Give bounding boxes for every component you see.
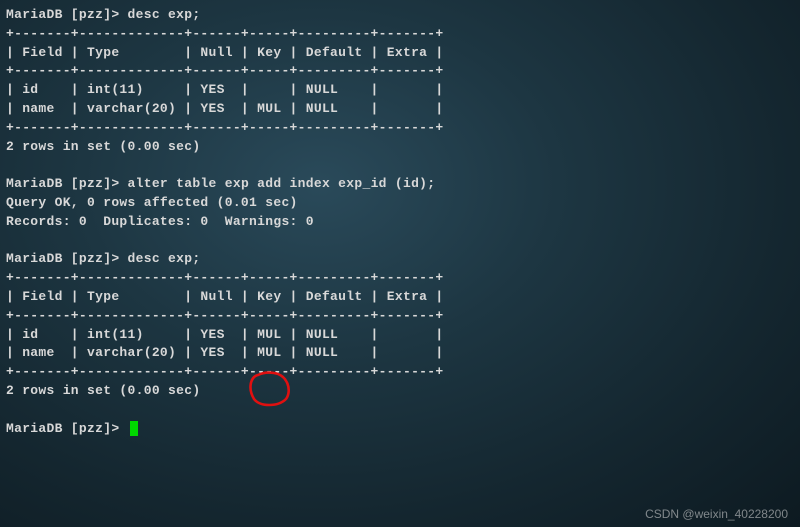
table-border: +-------+-------------+------+-----+----… [6, 364, 443, 379]
result-summary: 2 rows in set (0.00 sec) [6, 139, 200, 154]
cursor-block[interactable] [130, 421, 138, 436]
table-border: +-------+-------------+------+-----+----… [6, 120, 443, 135]
table-header: | Field | Type | Null | Key | Default | … [6, 45, 443, 60]
table-row: | name | varchar(20) | YES | MUL | NULL … [6, 101, 443, 116]
table-row: | id | int(11) | YES | MUL | NULL | | [6, 327, 443, 342]
table-border: +-------+-------------+------+-----+----… [6, 63, 443, 78]
prompt: MariaDB [pzz]> [6, 7, 119, 22]
table-border: +-------+-------------+------+-----+----… [6, 308, 443, 323]
table-border: +-------+-------------+------+-----+----… [6, 26, 443, 41]
table-border: +-------+-------------+------+-----+----… [6, 270, 443, 285]
result-summary: 2 rows in set (0.00 sec) [6, 383, 200, 398]
command-alter: alter table exp add index exp_id (id); [128, 176, 436, 191]
prompt: MariaDB [pzz]> [6, 251, 119, 266]
command-desc-2: desc exp; [128, 251, 201, 266]
table-row: | id | int(11) | YES | | NULL | | [6, 82, 443, 97]
watermark-text: CSDN @weixin_40228200 [645, 507, 788, 521]
prompt: MariaDB [pzz]> [6, 176, 119, 191]
terminal-output: MariaDB [pzz]> desc exp; +-------+------… [6, 6, 794, 438]
prompt: MariaDB [pzz]> [6, 421, 119, 436]
result-query-ok: Query OK, 0 rows affected (0.01 sec) [6, 195, 298, 210]
command-desc-1: desc exp; [128, 7, 201, 22]
table-row: | name | varchar(20) | YES | MUL | NULL … [6, 345, 443, 360]
table-header: | Field | Type | Null | Key | Default | … [6, 289, 443, 304]
result-records: Records: 0 Duplicates: 0 Warnings: 0 [6, 214, 314, 229]
